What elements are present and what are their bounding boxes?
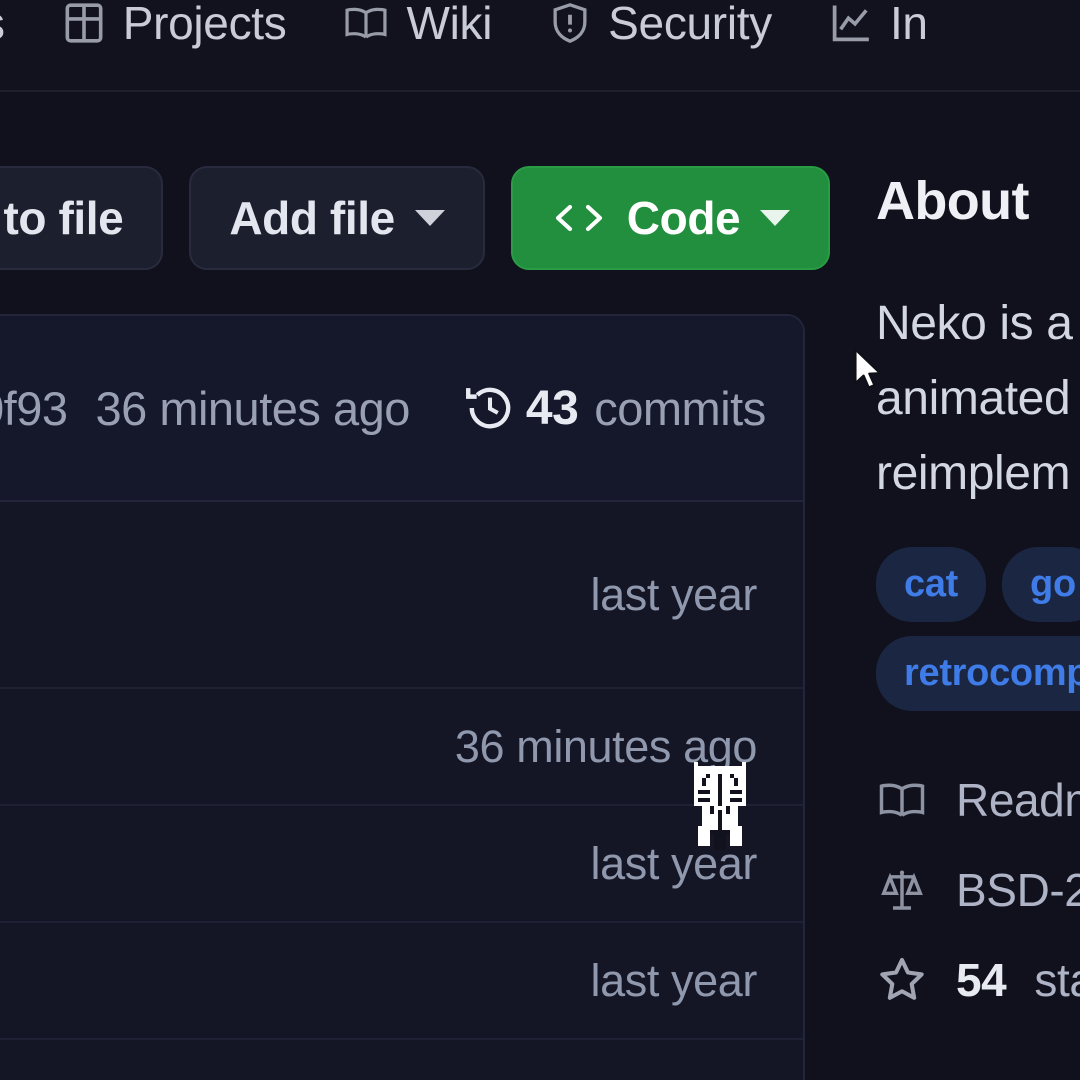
code-label: Code <box>627 191 740 245</box>
license-link[interactable]: BSD-2 <box>876 845 1080 935</box>
chevron-down-icon <box>415 210 445 226</box>
commit-relative-time: 36 minutes ago <box>95 381 409 436</box>
commit-count-link[interactable]: 43 commits <box>464 381 766 436</box>
code-brackets-icon <box>551 198 607 238</box>
topic-tag-list: cat go retrocomp <box>876 547 1080 711</box>
topic-tag-retrocomputing[interactable]: retrocomp <box>876 636 1080 711</box>
license-label: BSD-2 <box>956 863 1080 917</box>
add-file-button[interactable]: Add file <box>189 166 484 270</box>
repository-page: s Projects <box>0 0 1080 1080</box>
about-heading: About <box>876 170 1080 232</box>
file-row-time: last year <box>591 569 803 621</box>
table-row[interactable]: last month <box>0 1040 803 1080</box>
nav-tab-label: Projects <box>123 0 287 50</box>
table-row[interactable]: last year <box>0 806 803 923</box>
go-to-file-button[interactable]: Go to file <box>0 166 163 270</box>
chevron-down-icon <box>760 210 790 226</box>
shield-alert-icon <box>548 0 592 46</box>
book-icon <box>342 0 390 46</box>
commit-hash[interactable]: 0f93 <box>0 381 67 436</box>
add-file-label: Add file <box>229 191 394 245</box>
go-to-file-label: Go to file <box>0 191 123 245</box>
file-row-time: last year <box>591 838 803 890</box>
nav-tab-wiki[interactable]: Wiki <box>314 0 520 50</box>
file-row-time: last year <box>591 955 803 1007</box>
table-row[interactable]: last year <box>0 502 803 689</box>
graph-icon <box>828 0 874 46</box>
nav-tab-label: s <box>0 0 5 50</box>
table-row[interactable]: 36 minutes ago <box>0 689 803 806</box>
file-row-time: last month <box>553 1073 803 1080</box>
project-board-icon <box>61 0 107 46</box>
nav-tab-label: In <box>890 0 928 50</box>
topic-tag-go[interactable]: go <box>1002 547 1080 622</box>
readme-link[interactable]: Readm <box>876 755 1080 845</box>
star-icon <box>876 955 928 1005</box>
code-button[interactable]: Code <box>511 166 830 270</box>
nav-tab-insights[interactable]: In <box>800 0 956 50</box>
repository-action-buttons: Go to file Add file Code <box>0 166 830 270</box>
file-list-panel: 0f93 36 minutes ago 43 commits <box>0 314 805 1080</box>
nav-tab-label: Wiki <box>406 0 492 50</box>
stars-link[interactable]: 54 sta <box>876 935 1080 1025</box>
about-sidebar: About Neko is a animated reimplem cat go… <box>876 170 1080 1025</box>
nav-tab-security[interactable]: Security <box>520 0 800 50</box>
history-clock-icon <box>464 382 516 434</box>
about-meta-list: Readm BSD-2 <box>876 755 1080 1025</box>
topic-tag-cat[interactable]: cat <box>876 547 986 622</box>
commit-count-label: commits <box>594 381 765 436</box>
stars-label: sta <box>1034 953 1080 1007</box>
repository-nav: s Projects <box>0 0 1080 92</box>
latest-commit-bar: 0f93 36 minutes ago 43 commits <box>0 316 803 502</box>
readme-label: Readm <box>956 773 1080 827</box>
nav-tab-projects[interactable]: Projects <box>33 0 315 50</box>
table-row[interactable]: last year <box>0 923 803 1040</box>
nav-tab-label: Security <box>608 0 772 50</box>
book-icon <box>876 776 928 824</box>
file-row-time: 36 minutes ago <box>455 721 803 773</box>
commit-count-number: 43 <box>526 381 578 436</box>
nav-tab-partial-previous[interactable]: s <box>0 0 33 50</box>
about-description: Neko is a animated reimplem <box>876 286 1080 511</box>
law-scale-icon <box>876 866 928 914</box>
stars-count: 54 <box>956 953 1006 1007</box>
